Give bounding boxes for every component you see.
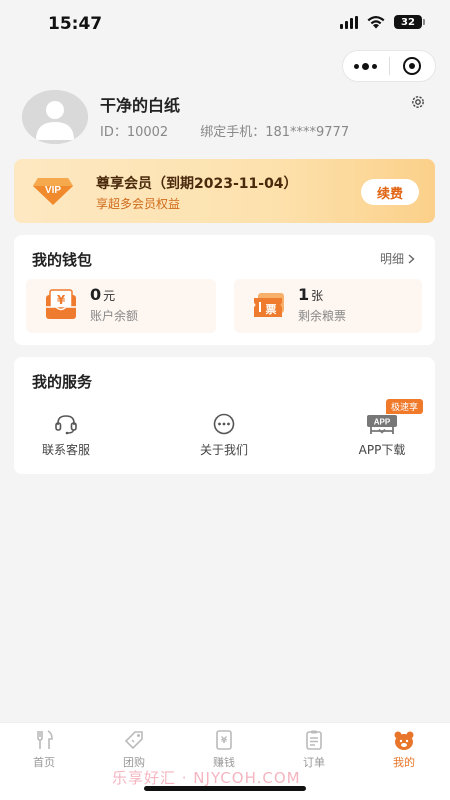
chevron-right-icon — [408, 253, 415, 264]
tab-mine[interactable]: 我的 — [374, 729, 434, 770]
home-indicator — [144, 786, 306, 791]
tab-label: 首页 — [33, 756, 55, 769]
status-icons: 32 — [340, 15, 425, 29]
wallet-title: 我的钱包 — [32, 251, 93, 269]
cellular-signal-icon — [340, 15, 358, 29]
tab-home[interactable]: 首页 — [14, 729, 74, 770]
detail-label: 明细 — [379, 252, 404, 266]
wallet-card: 我的钱包 明细 ¥ 0 元 账户余额 票 1 张 剩余粮票 — [14, 235, 435, 345]
vip-diamond-icon: VIP — [33, 178, 73, 205]
status-bar: 15:47 32 — [0, 0, 450, 48]
status-time: 15:47 — [48, 14, 103, 34]
close-miniprogram-icon[interactable] — [390, 51, 436, 81]
tickets-unit: 张 — [311, 289, 324, 303]
service-contact-support[interactable]: 联系客服 — [16, 413, 116, 463]
services-title: 我的服务 — [32, 373, 93, 391]
battery-icon: 32 — [394, 15, 425, 29]
vip-title: 尊享会员（到期2023-11-04） — [96, 176, 298, 192]
service-about-us[interactable]: 关于我们 — [174, 413, 274, 463]
more-options-icon[interactable] — [343, 51, 389, 81]
svg-text:APP: APP — [374, 418, 391, 427]
service-label: 关于我们 — [199, 443, 248, 457]
tab-earn-money[interactable]: ¥ 赚钱 — [194, 729, 254, 770]
account-balance-item[interactable]: ¥ 0 元 账户余额 — [26, 279, 216, 333]
username: 干净的白纸 — [100, 96, 181, 115]
miniprogram-capsule — [342, 50, 436, 82]
tab-label: 我的 — [393, 756, 415, 769]
chat-dots-icon — [213, 413, 235, 435]
svg-text:¥: ¥ — [221, 736, 228, 746]
ticket-icon-text: 票 — [266, 303, 277, 316]
gear-icon[interactable] — [410, 94, 426, 110]
remaining-tickets-item[interactable]: 票 1 张 剩余粮票 — [234, 279, 422, 333]
headset-icon — [55, 415, 77, 435]
money-book-icon: ¥ — [216, 730, 232, 750]
default-avatar-icon — [22, 90, 88, 144]
service-label: 联系客服 — [41, 443, 90, 457]
tab-group-buy[interactable]: 团购 — [104, 729, 164, 770]
app-download-icon: APP — [367, 415, 397, 434]
wallet-detail-link[interactable]: 明细 — [380, 250, 415, 267]
service-app-download[interactable]: 极速享 APP APP下载 — [332, 399, 432, 463]
user-id: ID：10002 — [100, 125, 169, 140]
balance-value-group: 0 元 — [90, 285, 115, 304]
service-label: APP下载 — [358, 443, 406, 457]
user-meta: ID：10002 绑定手机：181****9777 — [100, 121, 349, 140]
wifi-icon — [367, 16, 385, 29]
vip-badge-text: VIP — [45, 185, 61, 196]
yuan-wallet-icon: ¥ — [46, 289, 76, 319]
tab-label: 订单 — [303, 756, 325, 769]
vip-membership-card[interactable]: VIP 尊享会员（到期2023-11-04） 享超多会员权益 续费 — [14, 159, 435, 223]
balance-unit: 元 — [103, 289, 116, 303]
tickets-value-group: 1 张 — [298, 285, 323, 304]
balance-value: 0 — [90, 285, 102, 304]
tag-icon — [124, 731, 143, 750]
fork-knife-icon — [37, 730, 53, 749]
balance-label: 账户余额 — [90, 309, 139, 323]
services-card: 我的服务 联系客服 关于我们 极速享 APP APP下载 — [14, 357, 435, 474]
tickets-label: 剩余粮票 — [298, 309, 347, 323]
vip-subtitle: 享超多会员权益 — [96, 197, 181, 211]
tickets-value: 1 — [298, 285, 310, 304]
renew-button[interactable]: 续费 — [361, 179, 419, 205]
bound-phone: 绑定手机：181****9777 — [200, 125, 350, 140]
bear-face-icon — [394, 731, 414, 750]
tab-orders[interactable]: 订单 — [284, 729, 344, 770]
clipboard-icon — [306, 730, 322, 750]
speed-tag-badge: 极速享 — [386, 399, 424, 414]
avatar[interactable] — [22, 90, 88, 144]
ticket-icon: 票 — [254, 293, 284, 317]
watermark-text: 乐享好汇 · NJYCOH.COM — [112, 769, 301, 787]
svg-text:¥: ¥ — [57, 293, 66, 307]
